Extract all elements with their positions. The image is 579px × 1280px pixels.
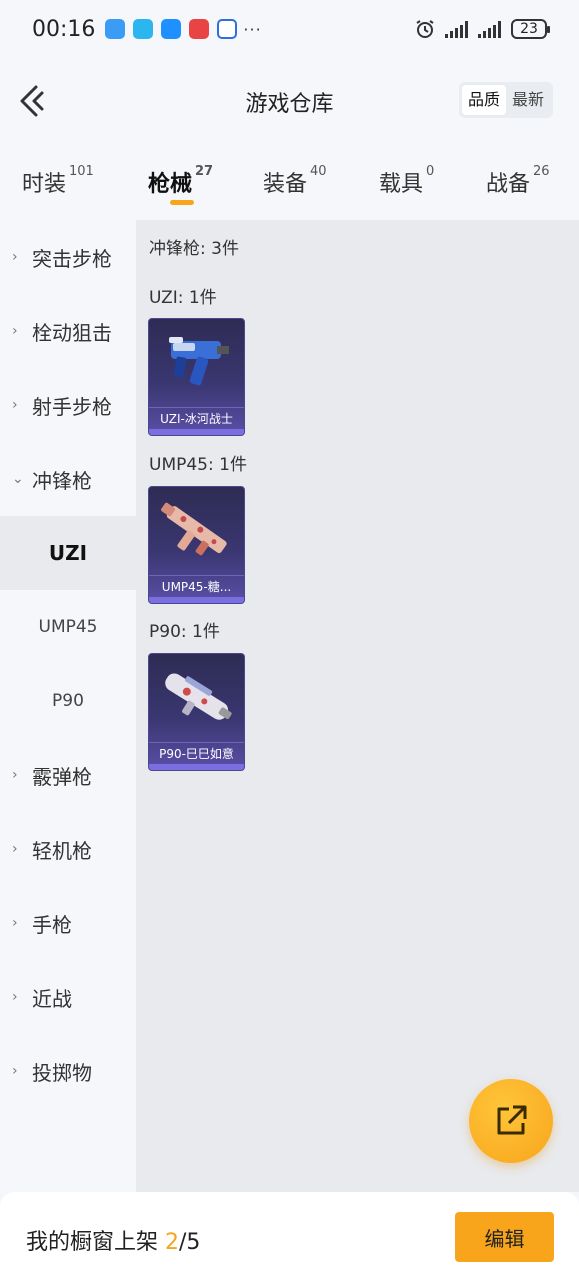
tab-count: 26 (533, 164, 550, 179)
person-notification-icon (217, 19, 238, 39)
showcase-status: 我的橱窗上架 2/5 (26, 1224, 200, 1256)
header: 游戏仓库 品质 最新 (0, 58, 579, 144)
chat-notification-icon (161, 19, 182, 39)
share-button[interactable] (469, 1079, 553, 1163)
sidebar-item-label: 手枪 (32, 912, 72, 937)
item-card-uzi[interactable]: UZI-冰河战士 (148, 318, 245, 436)
more-notifications: ··· (243, 19, 262, 39)
sidebar-item-label: 冲锋枪 (32, 468, 92, 493)
sort-by-quality[interactable]: 品质 (461, 85, 506, 115)
tab-count: 40 (310, 164, 327, 179)
tab-vehicles[interactable]: 载具0 (379, 164, 435, 198)
item-card-ump45[interactable]: UMP45-糖... (148, 486, 245, 604)
sidebar-item-bolt-sniper[interactable]: › 栓动狙击 (0, 294, 136, 368)
sidebar-item-label: 栓动狙击 (32, 320, 112, 345)
sidebar-item-label: 射手步枪 (32, 394, 112, 419)
sidebar-item-label: 近战 (32, 986, 72, 1011)
sidebar-item-label: 突击步枪 (32, 246, 112, 271)
chevron-right-icon: › (12, 397, 18, 413)
chevron-right-icon: › (12, 841, 18, 857)
chevron-right-icon: › (12, 767, 18, 783)
rarity-bar (149, 429, 244, 435)
tab-label: 时装 (22, 172, 67, 197)
rarity-bar (149, 597, 244, 603)
browser-notification-icon (133, 19, 154, 39)
message-notification-icon (189, 19, 210, 39)
group-label-ump45: UMP45: 1件 (149, 455, 247, 475)
chevron-right-icon: › (12, 989, 18, 1005)
category-tabs: 时装101 枪械27 装备40 载具0 战备26 (0, 144, 579, 220)
battery-icon: 23 (511, 19, 550, 39)
tab-label: 战备 (486, 172, 531, 197)
showcase-total-count: /5 (179, 1230, 201, 1255)
status-time: 00:16 (32, 16, 96, 42)
signal-icon (445, 20, 468, 38)
item-card-name: UZI-冰河战士 (149, 407, 244, 429)
alarm-icon (416, 20, 434, 38)
sidebar-subitem-ump45[interactable]: UMP45 (0, 590, 136, 664)
chevron-right-icon: › (12, 915, 18, 931)
sidebar-item-assault-rifle[interactable]: › 突击步枪 (0, 220, 136, 294)
item-card-name: UMP45-糖... (149, 575, 244, 597)
chevron-down-icon: ⌄ (12, 471, 24, 487)
showcase-label: 我的橱窗上架 (26, 1230, 159, 1255)
sidebar-subitem-uzi[interactable]: UZI (0, 516, 136, 590)
sidebar-item-label: 霰弹枪 (32, 764, 92, 789)
tab-outfits[interactable]: 时装101 (22, 164, 94, 198)
tab-firearms[interactable]: 枪械27 (148, 164, 214, 198)
app-notification-icon (105, 19, 126, 39)
tab-equipment[interactable]: 装备40 (263, 164, 327, 198)
group-label-uzi: UZI: 1件 (149, 288, 217, 308)
chevron-right-icon: › (12, 249, 18, 265)
edit-button[interactable]: 编辑 (455, 1212, 554, 1262)
ump45-skin-icon (161, 502, 227, 556)
category-summary: 冲锋枪: 3件 (149, 239, 239, 259)
weapon-type-sidebar: › 突击步枪 › 栓动狙击 › 射手步枪 ⌄ 冲锋枪 UZI UMP45 P90 › 霰弹… (0, 220, 136, 1192)
sort-by-newest[interactable]: 最新 (506, 85, 550, 115)
sidebar-item-throwable[interactable]: › 投掷物 (0, 1034, 136, 1108)
group-label-p90: P90: 1件 (149, 622, 220, 642)
share-external-icon (497, 1105, 527, 1135)
showcase-current-count: 2 (165, 1230, 180, 1255)
sidebar-item-melee[interactable]: › 近战 (0, 960, 136, 1034)
sidebar-item-pistol[interactable]: › 手枪 (0, 886, 136, 960)
p90-skin-icon (165, 673, 232, 720)
sidebar-item-marksman-rifle[interactable]: › 射手步枪 (0, 368, 136, 442)
status-bar: 00:16 ··· 23 (0, 0, 579, 58)
tab-battle-gear[interactable]: 战备26 (486, 164, 550, 198)
signal-icon-2 (478, 20, 501, 38)
inventory-panel: 冲锋枪: 3件 UZI: 1件 UZI-冰河战士 UMP45: 1件 UMP45… (136, 220, 579, 1192)
item-card-p90[interactable]: P90-巳巳如意 (148, 653, 245, 771)
notification-icons (105, 19, 238, 39)
sidebar-item-shotgun[interactable]: › 霰弹枪 (0, 738, 136, 812)
tab-label: 枪械 (148, 172, 193, 197)
tab-label: 装备 (263, 172, 308, 197)
tab-label: 载具 (379, 172, 424, 197)
tab-count: 27 (195, 164, 214, 179)
tab-count: 0 (426, 164, 435, 179)
item-card-name: P90-巳巳如意 (149, 742, 244, 764)
chevron-right-icon: › (12, 323, 18, 339)
sort-toggle: 品质 最新 (458, 82, 553, 118)
sidebar-item-label: 投掷物 (32, 1060, 92, 1085)
tab-count: 101 (69, 164, 94, 179)
active-tab-indicator (170, 200, 194, 205)
sidebar-item-label: 轻机枪 (32, 838, 92, 863)
chevron-right-icon: › (12, 1063, 18, 1079)
rarity-bar (149, 764, 244, 770)
sidebar-subitem-p90[interactable]: P90 (0, 664, 136, 738)
bottom-bar: 我的橱窗上架 2/5 编辑 (0, 1192, 579, 1280)
sidebar-item-smg[interactable]: ⌄ 冲锋枪 (0, 442, 136, 516)
uzi-skin-icon (169, 337, 229, 386)
sidebar-item-lmg[interactable]: › 轻机枪 (0, 812, 136, 886)
